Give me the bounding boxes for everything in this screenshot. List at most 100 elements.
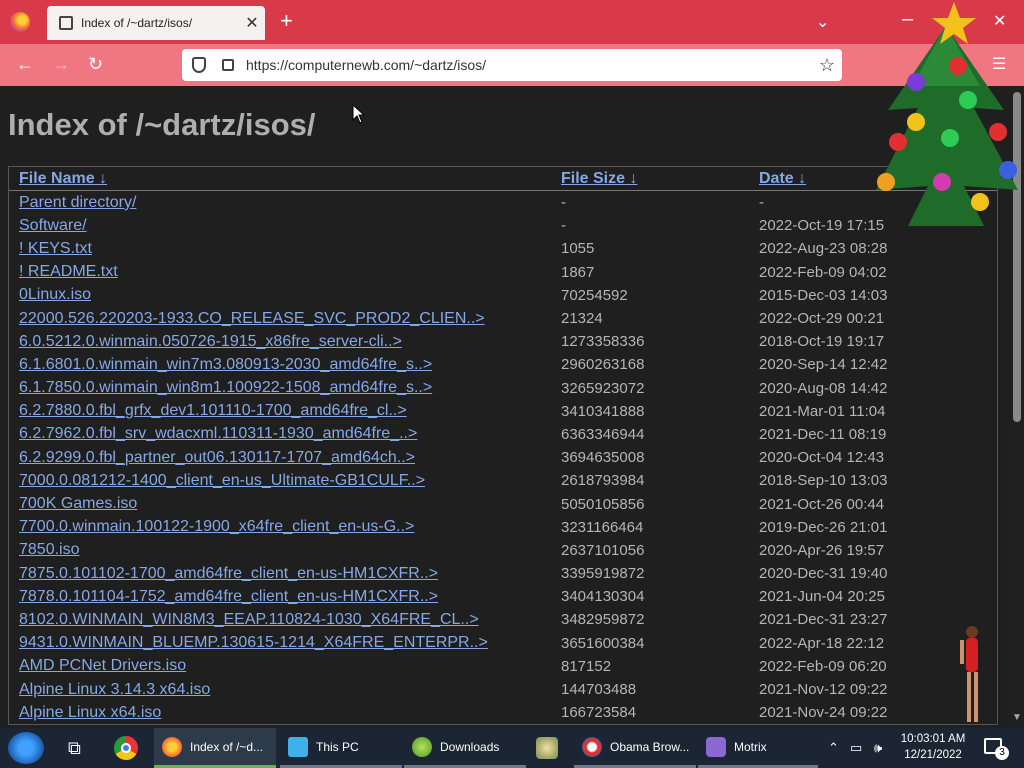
file-link[interactable]: 6.1.7850.0.winmain_win8m1.100922-1508_am… (19, 379, 432, 396)
taskbar-item-motrix[interactable]: Motrix (698, 728, 818, 768)
file-listing-table: File Name ↓ File Size ↓ Date ↓ Parent di… (8, 166, 998, 726)
volume-icon[interactable]: 🕪 (874, 740, 882, 756)
file-link[interactable]: 7875.0.101102-1700_amd64fre_client_en-us… (19, 565, 438, 582)
file-size: 2618793984 (561, 472, 645, 490)
file-link[interactable]: ! README.txt (19, 263, 118, 280)
task-view-icon[interactable]: ⧉ (68, 734, 81, 762)
flowers-app-icon[interactable] (536, 734, 558, 762)
file-link[interactable]: 22000.526.220203-1933.CO_RELEASE_SVC_PRO… (19, 310, 485, 327)
firefox-icon[interactable] (10, 12, 30, 32)
table-row: 6.0.5212.0.winmain.050726-1915_x86fre_se… (9, 330, 997, 353)
file-date: 2021-Oct-26 00:44 (759, 495, 885, 513)
file-link[interactable]: 8102.0.WINMAIN_WIN8M3_EEAP.110824-1030_X… (19, 611, 479, 628)
file-date: 2022-Apr-18 22:12 (759, 634, 885, 652)
file-link[interactable]: 6.2.7962.0.fbl_srv_wdacxml.110311-1930_a… (19, 425, 417, 442)
file-size: 21324 (561, 310, 603, 328)
taskbar-item-this-pc[interactable]: This PC (280, 728, 402, 768)
file-size: - (561, 217, 566, 235)
forward-icon[interactable]: → (52, 54, 70, 75)
file-size: 3410341888 (561, 402, 645, 420)
file-link[interactable]: 6.0.5212.0.winmain.050726-1915_x86fre_se… (19, 333, 402, 350)
table-row: Parent directory/ - - (9, 191, 997, 214)
taskbar-item-label: Downloads (440, 739, 500, 754)
new-tab-icon[interactable]: + (280, 10, 293, 32)
scroll-down-icon[interactable]: ▼ (1012, 712, 1022, 723)
taskbar-item-firefox[interactable]: Index of /~d... (154, 728, 276, 768)
file-link[interactable]: 0Linux.iso (19, 286, 91, 303)
chrome-icon[interactable] (114, 734, 138, 762)
table-row: 7000.0.081212-1400_client_en-us_Ultimate… (9, 469, 997, 492)
file-size: 1273358336 (561, 333, 645, 351)
taskbar-item-obama-browser[interactable]: Obama Brow... (574, 728, 696, 768)
file-date: 2021-Dec-11 08:19 (759, 425, 887, 443)
file-link[interactable]: Alpine Linux 3.14.3 x64.iso (19, 681, 210, 698)
file-link[interactable]: 7000.0.081212-1400_client_en-us_Ultimate… (19, 472, 425, 489)
file-link[interactable]: 7878.0.101104-1752_amd64fre_client_en-us… (19, 588, 438, 605)
firefox-icon (162, 736, 182, 757)
sort-by-date-link[interactable]: Date ↓ (759, 170, 806, 187)
file-date: 2021-Nov-24 09:22 (759, 704, 888, 722)
file-date: 2021-Nov-12 09:22 (759, 681, 888, 699)
mouse-cursor-icon (352, 104, 366, 124)
file-link[interactable]: 6.2.7880.0.fbl_grfx_dev1.101110-1700_amd… (19, 402, 407, 419)
file-link[interactable]: Software/ (19, 217, 87, 234)
file-size: 3651600384 (561, 634, 645, 652)
file-date: 2020-Dec-31 19:40 (759, 565, 888, 583)
file-link[interactable]: 700K Games.iso (19, 495, 137, 512)
start-button[interactable] (8, 732, 44, 764)
network-icon[interactable]: ▭ (850, 740, 862, 756)
show-hidden-icons-icon[interactable]: ⌃ (828, 740, 839, 756)
table-row: ! README.txt 1867 2022-Feb-09 04:02 (9, 261, 997, 284)
table-row: 6.1.7850.0.winmain_win8m1.100922-1508_am… (9, 377, 997, 400)
sort-by-name-link[interactable]: File Name ↓ (19, 170, 107, 187)
table-row: 0Linux.iso 70254592 2015-Dec-03 14:03 (9, 284, 997, 307)
table-row: 7878.0.101104-1752_amd64fre_client_en-us… (9, 585, 997, 608)
file-size: 3265923072 (561, 379, 645, 397)
bookmark-star-icon[interactable]: ☆ (812, 55, 842, 76)
chevron-down-icon[interactable]: ⌄ (816, 12, 829, 32)
table-row: 9431.0.WINMAIN_BLUEMP.130615-1214_X64FRE… (9, 632, 997, 655)
file-size: 3395919872 (561, 565, 645, 583)
tab-active[interactable]: Index of /~dartz/isos/ ✕ (47, 6, 265, 40)
file-link[interactable]: 7700.0.winmain.100122-1900_x64fre_client… (19, 518, 414, 535)
url-text[interactable]: https://computernewb.com/~dartz/isos/ (246, 57, 812, 73)
this-pc-icon (288, 736, 308, 757)
christmas-tree-decoration (876, 2, 1018, 226)
tab-close-icon[interactable]: ✕ (239, 13, 265, 33)
file-size: 1867 (561, 263, 595, 281)
file-date: 2021-Dec-31 23:27 (759, 611, 888, 629)
file-size: - (561, 194, 566, 212)
sort-by-size-link[interactable]: File Size ↓ (561, 170, 637, 187)
file-date: 2018-Oct-19 19:17 (759, 333, 885, 351)
file-link[interactable]: AMD PCNet Drivers.iso (19, 657, 186, 674)
downloads-icon (412, 736, 432, 757)
reload-icon[interactable]: ↻ (88, 54, 103, 75)
file-date: 2022-Oct-29 00:21 (759, 310, 885, 328)
file-link[interactable]: 6.2.9299.0.fbl_partner_out06.130117-1707… (19, 449, 415, 466)
file-size: 3694635008 (561, 449, 645, 467)
file-size: 6363346944 (561, 425, 645, 443)
file-date: 2018-Sep-10 13:03 (759, 472, 888, 490)
file-link[interactable]: 6.1.6801.0.winmain_win7m3.080913-2030_am… (19, 356, 432, 373)
table-row: Alpine Linux x64.iso 166723584 2021-Nov-24… (9, 701, 997, 724)
file-date: 2020-Aug-08 14:42 (759, 379, 888, 397)
lock-icon[interactable] (222, 59, 234, 71)
system-clock[interactable]: 10:03:01 AM 12/21/2022 (898, 731, 968, 763)
file-size: 2637101056 (561, 541, 645, 559)
file-date: 2019-Dec-26 21:01 (759, 518, 888, 536)
page-icon (59, 16, 73, 30)
table-row: ! KEYS.txt 1055 2022-Aug-23 08:28 (9, 237, 997, 260)
file-link[interactable]: 7850.iso (19, 541, 80, 558)
taskbar: ⧉ Index of /~d... This PC Downloads Obam… (0, 728, 1024, 768)
taskbar-item-downloads[interactable]: Downloads (404, 728, 526, 768)
page-title: Index of /~dartz/isos/ (8, 107, 316, 142)
back-icon[interactable]: ← (16, 54, 34, 75)
file-link[interactable]: ! KEYS.txt (19, 240, 92, 257)
file-size: 70254592 (561, 286, 628, 304)
file-date: 2020-Oct-04 12:43 (759, 449, 885, 467)
file-link[interactable]: Parent directory/ (19, 194, 136, 211)
file-link[interactable]: 9431.0.WINMAIN_BLUEMP.130615-1214_X64FRE… (19, 634, 488, 651)
shield-icon[interactable] (192, 57, 206, 73)
address-bar[interactable]: https://computernewb.com/~dartz/isos/ ☆ (182, 49, 842, 81)
file-link[interactable]: Alpine Linux x64.iso (19, 704, 161, 721)
